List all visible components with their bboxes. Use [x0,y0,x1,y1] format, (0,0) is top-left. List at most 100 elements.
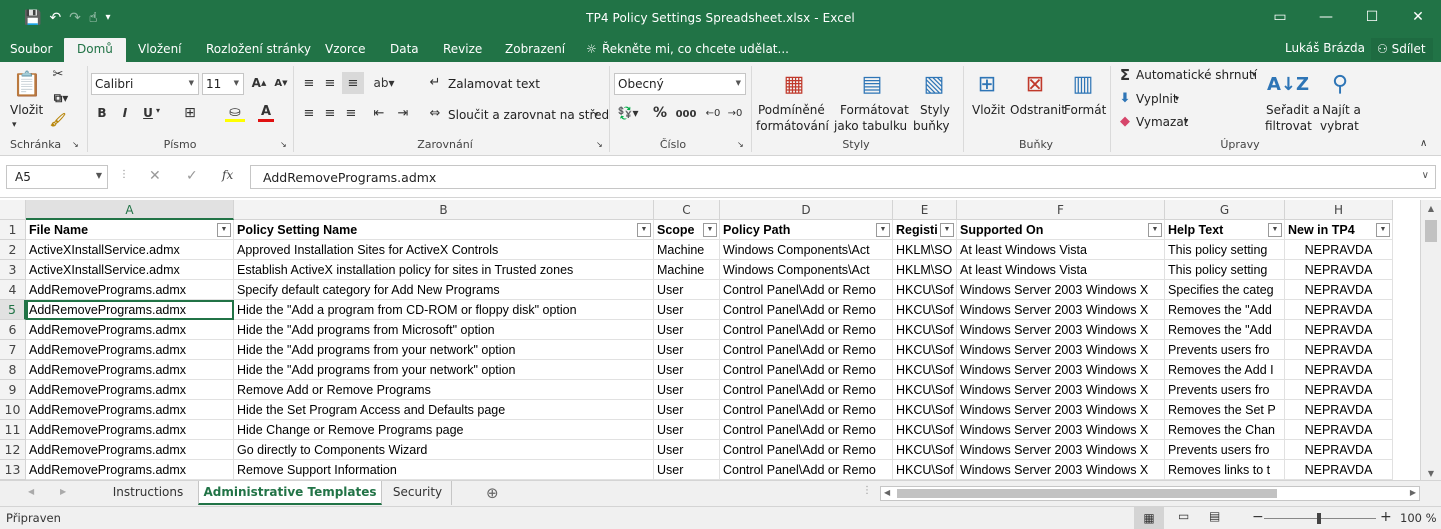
cell-styles-label-1[interactable]: Styly [920,102,950,118]
filter-dropdown-icon[interactable]: ▼ [940,223,954,237]
normal-view-icon[interactable]: ▦ [1134,507,1164,529]
column-header-e[interactable]: E [893,200,957,220]
find-select-label-1[interactable]: Najít a [1322,102,1361,118]
collapse-ribbon-icon[interactable]: ∧ [1420,138,1427,149]
table-cell[interactable]: NEPRAVDA [1285,380,1393,400]
borders-icon[interactable]: ⊞ [180,104,200,122]
table-cell[interactable]: HKCU\Sof [893,320,957,340]
fill-color-icon[interactable]: ⛀ [225,104,245,122]
font-size-combo[interactable]: 11 ▼ [202,73,244,95]
table-cell[interactable]: AddRemovePrograms.admx [26,300,234,320]
format-painter-icon[interactable]: 🖌 [50,112,67,128]
table-cell[interactable]: This policy setting [1165,260,1285,280]
table-cell[interactable]: NEPRAVDA [1285,260,1393,280]
table-cell[interactable]: AddRemovePrograms.admx [26,320,234,340]
table-cell[interactable]: Specifies the categ [1165,280,1285,300]
table-cell[interactable]: HKCU\Sof [893,380,957,400]
copy-icon[interactable]: ⧉▾ [50,90,72,106]
table-cell[interactable]: AddRemovePrograms.admx [26,400,234,420]
table-cell[interactable]: HKCU\Sof [893,440,957,460]
table-cell[interactable]: Control Panel\Add or Remo [720,280,893,300]
table-cell[interactable]: Windows Components\Act [720,260,893,280]
table-cell[interactable]: At least Windows Vista [957,260,1165,280]
table-cell[interactable]: NEPRAVDA [1285,340,1393,360]
format-cells-icon[interactable]: ▥ [1068,68,1098,100]
chevron-down-icon[interactable]: ▾ [594,110,598,119]
zoom-slider-thumb[interactable] [1317,513,1321,524]
table-cell[interactable]: Windows Server 2003 Windows X [957,280,1165,300]
table-cell[interactable]: User [654,280,720,300]
table-cell[interactable]: Remove Support Information [234,460,654,480]
table-cell[interactable]: Hide the "Add programs from Microsoft" o… [234,320,654,340]
horizontal-scroll-thumb[interactable] [897,489,1277,498]
align-center-icon[interactable]: ≡ [321,104,339,122]
table-cell[interactable]: Control Panel\Add or Remo [720,340,893,360]
row-header-8[interactable]: 8 [0,360,26,380]
table-cell[interactable]: NEPRAVDA [1285,420,1393,440]
tab-review[interactable]: Revize [443,42,482,56]
row-header-6[interactable]: 6 [0,320,26,340]
table-cell[interactable]: Establish ActiveX installation policy fo… [234,260,654,280]
table-cell[interactable]: User [654,440,720,460]
alignment-launcher-icon[interactable]: ↘ [596,140,603,149]
table-cell[interactable]: Prevents users fro [1165,380,1285,400]
zoom-in-button[interactable]: + [1380,509,1392,525]
table-header-cell[interactable]: Supported On ▼ [957,220,1165,240]
table-cell[interactable]: Control Panel\Add or Remo [720,380,893,400]
add-sheet-icon[interactable]: ⊕ [486,484,499,502]
table-cell[interactable]: HKCU\Sof [893,400,957,420]
table-cell[interactable]: Windows Server 2003 Windows X [957,380,1165,400]
confirm-entry-icon[interactable]: ✓ [186,168,198,184]
increase-decimal-icon[interactable]: ←0 [704,104,722,122]
filter-dropdown-icon[interactable]: ▼ [637,223,651,237]
table-cell[interactable]: At least Windows Vista [957,240,1165,260]
expand-formula-bar-icon[interactable]: ∨ [1422,170,1429,181]
align-top-icon[interactable]: ≡ [300,74,318,92]
table-cell[interactable]: ActiveXInstallService.admx [26,240,234,260]
shrink-font-icon[interactable]: A ▼ [272,74,290,92]
maximize-button[interactable]: ☐ [1349,0,1395,36]
filter-dropdown-icon[interactable]: ▼ [217,223,231,237]
chevron-down-icon[interactable]: ▾ [1252,70,1256,79]
find-select-label-2[interactable]: vybrat [1320,118,1359,134]
table-cell[interactable]: User [654,380,720,400]
column-header-f[interactable]: F [957,200,1165,220]
table-cell[interactable]: Hide the "Add programs from your network… [234,340,654,360]
align-middle-icon[interactable]: ≡ [321,74,339,92]
format-as-table-label-2[interactable]: jako tabulku [834,118,907,134]
delete-cells-button[interactable]: Odstranit [1010,102,1066,118]
thousands-separator-button[interactable]: 000 [674,105,698,123]
font-color-icon[interactable]: A [258,104,274,122]
conditional-formatting-label-1[interactable]: Podmíněné [758,102,825,118]
chevron-down-icon[interactable]: ▾ [1184,117,1188,126]
ribbon-display-options-icon[interactable]: ▭ [1257,0,1303,36]
table-cell[interactable]: NEPRAVDA [1285,360,1393,380]
row-header-12[interactable]: 12 [0,440,26,460]
sort-filter-icon[interactable]: A↓Z [1267,68,1309,100]
table-cell[interactable]: Windows Server 2003 Windows X [957,440,1165,460]
table-cell[interactable]: Machine [654,240,720,260]
table-cell[interactable]: AddRemovePrograms.admx [26,380,234,400]
chevron-down-icon[interactable]: ▾ [156,106,160,115]
sheet-tab-administrative-templates[interactable]: Administrative Templates [198,481,382,505]
table-cell[interactable]: Control Panel\Add or Remo [720,320,893,340]
table-cell[interactable]: User [654,400,720,420]
tab-insert[interactable]: Vložení [138,42,182,56]
tab-split-handle-icon[interactable]: ⋮ [862,485,872,496]
wrap-text-icon[interactable]: ↵ [427,74,443,90]
row-header-4[interactable]: 4 [0,280,26,300]
underline-button[interactable]: U [140,104,156,122]
table-header-cell[interactable]: Policy Path ▼ [720,220,893,240]
table-cell[interactable]: User [654,460,720,480]
decrease-indent-icon[interactable]: ⇤ [370,104,388,122]
tab-page-layout[interactable]: Rozložení stránky [206,42,311,56]
table-cell[interactable]: Control Panel\Add or Remo [720,300,893,320]
table-cell[interactable]: ActiveXInstallService.admx [26,260,234,280]
bold-button[interactable]: B [94,104,110,122]
font-launcher-icon[interactable]: ↘ [280,140,287,149]
fill-icon[interactable]: ⬇ [1117,90,1133,106]
table-cell[interactable]: Control Panel\Add or Remo [720,440,893,460]
row-header-5[interactable]: 5 [0,300,26,320]
clear-eraser-icon[interactable]: ◆ [1117,113,1133,129]
formula-input[interactable]: AddRemovePrograms.admx ∨ [250,165,1436,189]
